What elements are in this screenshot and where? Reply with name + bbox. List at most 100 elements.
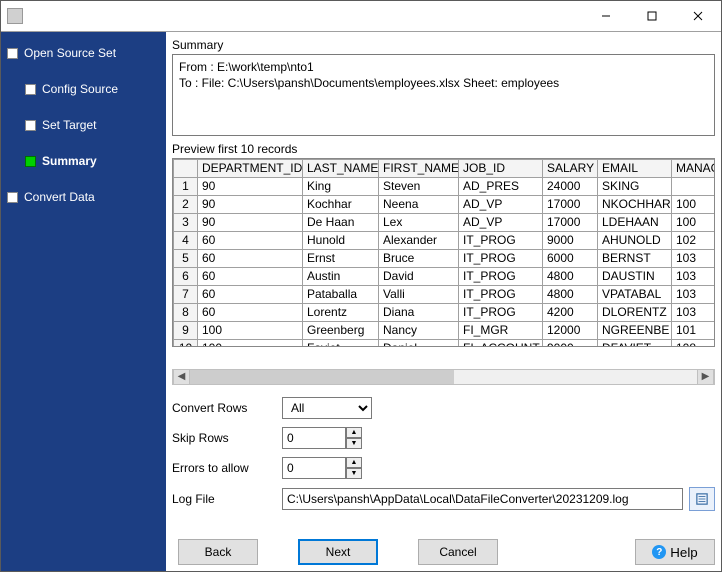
cell[interactable]: 103 (672, 267, 716, 285)
back-button[interactable]: Back (178, 539, 258, 565)
cell[interactable]: 103 (672, 249, 716, 267)
cell[interactable]: 90 (198, 213, 303, 231)
cell[interactable]: IT_PROG (459, 231, 543, 249)
cell[interactable]: Lorentz (303, 303, 379, 321)
cell[interactable]: Pataballa (303, 285, 379, 303)
cell[interactable]: NGREENBE (598, 321, 672, 339)
cell[interactable]: IT_PROG (459, 249, 543, 267)
cell[interactable] (672, 177, 716, 195)
cell[interactable]: Daniel (379, 339, 459, 347)
cell[interactable]: 12000 (543, 321, 598, 339)
cell[interactable]: Neena (379, 195, 459, 213)
table-row[interactable]: 9100GreenbergNancyFI_MGR12000NGREENBE101 (174, 321, 716, 339)
cell[interactable]: LDEHAAN (598, 213, 672, 231)
cell[interactable]: AD_VP (459, 213, 543, 231)
cell[interactable]: 17000 (543, 195, 598, 213)
maximize-button[interactable] (629, 1, 675, 31)
cell[interactable]: Ernst (303, 249, 379, 267)
table-row[interactable]: 190KingStevenAD_PRES24000SKING (174, 177, 716, 195)
cell[interactable]: 60 (198, 285, 303, 303)
cell[interactable]: AHUNOLD (598, 231, 672, 249)
cell[interactable]: Nancy (379, 321, 459, 339)
cell[interactable]: Alexander (379, 231, 459, 249)
errors-down[interactable]: ▼ (346, 468, 362, 479)
nav-config-source[interactable]: Config Source (23, 78, 162, 100)
cell[interactable]: Faviet (303, 339, 379, 347)
cell[interactable]: 100 (672, 213, 716, 231)
cell[interactable]: SKING (598, 177, 672, 195)
nav-open-source-set[interactable]: Open Source Set (5, 42, 162, 64)
cell[interactable]: Valli (379, 285, 459, 303)
cell[interactable]: DLORENTZ (598, 303, 672, 321)
col-rownum[interactable] (174, 159, 198, 177)
scroll-thumb[interactable] (190, 370, 454, 384)
table-row[interactable]: 460HunoldAlexanderIT_PROG9000AHUNOLD102 (174, 231, 716, 249)
nav-set-target[interactable]: Set Target (23, 114, 162, 136)
cell[interactable]: IT_PROG (459, 303, 543, 321)
cell[interactable]: 102 (672, 231, 716, 249)
col-manager[interactable]: MANAG (672, 159, 716, 177)
minimize-button[interactable] (583, 1, 629, 31)
cell[interactable]: 108 (672, 339, 716, 347)
cell[interactable]: DFAVIET (598, 339, 672, 347)
summary-textbox[interactable]: From : E:\work\temp\nto1 To : File: C:\U… (172, 54, 715, 136)
skip-rows-input[interactable] (282, 427, 346, 449)
col-email[interactable]: EMAIL (598, 159, 672, 177)
cell[interactable]: Hunold (303, 231, 379, 249)
cell[interactable]: 17000 (543, 213, 598, 231)
cell[interactable]: IT_PROG (459, 285, 543, 303)
cell[interactable]: Kochhar (303, 195, 379, 213)
cell[interactable]: 60 (198, 303, 303, 321)
table-row[interactable]: 660AustinDavidIT_PROG4800DAUSTIN103 (174, 267, 716, 285)
table-row[interactable]: 560ErnstBruceIT_PROG6000BERNST103 (174, 249, 716, 267)
errors-allow-input[interactable] (282, 457, 346, 479)
scroll-track[interactable] (190, 370, 697, 384)
next-button[interactable]: Next (298, 539, 378, 565)
cell[interactable]: FI_MGR (459, 321, 543, 339)
cell[interactable]: 9000 (543, 231, 598, 249)
cell[interactable]: DAUSTIN (598, 267, 672, 285)
cell[interactable]: AD_PRES (459, 177, 543, 195)
cell[interactable]: 6000 (543, 249, 598, 267)
cell[interactable]: 4200 (543, 303, 598, 321)
scroll-right-icon[interactable]: ▶ (697, 370, 714, 384)
horizontal-scrollbar[interactable]: ◀ ▶ (172, 369, 715, 385)
cell[interactable]: Steven (379, 177, 459, 195)
cell[interactable]: FI_ACCOUNT (459, 339, 543, 347)
cell[interactable]: AD_VP (459, 195, 543, 213)
cell[interactable]: De Haan (303, 213, 379, 231)
cell[interactable]: 60 (198, 267, 303, 285)
cell[interactable]: Diana (379, 303, 459, 321)
cell[interactable]: VPATABAL (598, 285, 672, 303)
table-row[interactable]: 10100FavietDanielFI_ACCOUNT9000DFAVIET10… (174, 339, 716, 347)
help-button[interactable]: ? Help (635, 539, 715, 565)
nav-convert-data[interactable]: Convert Data (5, 186, 162, 208)
cell[interactable]: 100 (198, 321, 303, 339)
convert-rows-select[interactable]: All (282, 397, 372, 419)
col-salary[interactable]: SALARY (543, 159, 598, 177)
cell[interactable]: Lex (379, 213, 459, 231)
cell[interactable]: 103 (672, 303, 716, 321)
cell[interactable]: Austin (303, 267, 379, 285)
cell[interactable]: David (379, 267, 459, 285)
col-department-id[interactable]: DEPARTMENT_ID (198, 159, 303, 177)
cell[interactable]: NKOCHHAR (598, 195, 672, 213)
cell[interactable]: 60 (198, 249, 303, 267)
scroll-left-icon[interactable]: ◀ (173, 370, 190, 384)
cell[interactable]: BERNST (598, 249, 672, 267)
errors-up[interactable]: ▲ (346, 457, 362, 468)
col-first-name[interactable]: FIRST_NAME (379, 159, 459, 177)
table-row[interactable]: 390De HaanLexAD_VP17000LDEHAAN100 (174, 213, 716, 231)
skip-rows-up[interactable]: ▲ (346, 427, 362, 438)
cell[interactable]: King (303, 177, 379, 195)
table-row[interactable]: 860LorentzDianaIT_PROG4200DLORENTZ103 (174, 303, 716, 321)
logfile-input[interactable] (282, 488, 683, 510)
cell[interactable]: 90 (198, 177, 303, 195)
cell[interactable]: 9000 (543, 339, 598, 347)
col-last-name[interactable]: LAST_NAME (303, 159, 379, 177)
cell[interactable]: 4800 (543, 285, 598, 303)
table-row[interactable]: 290KochharNeenaAD_VP17000NKOCHHAR100 (174, 195, 716, 213)
cell[interactable]: Greenberg (303, 321, 379, 339)
cell[interactable]: 101 (672, 321, 716, 339)
col-job-id[interactable]: JOB_ID (459, 159, 543, 177)
